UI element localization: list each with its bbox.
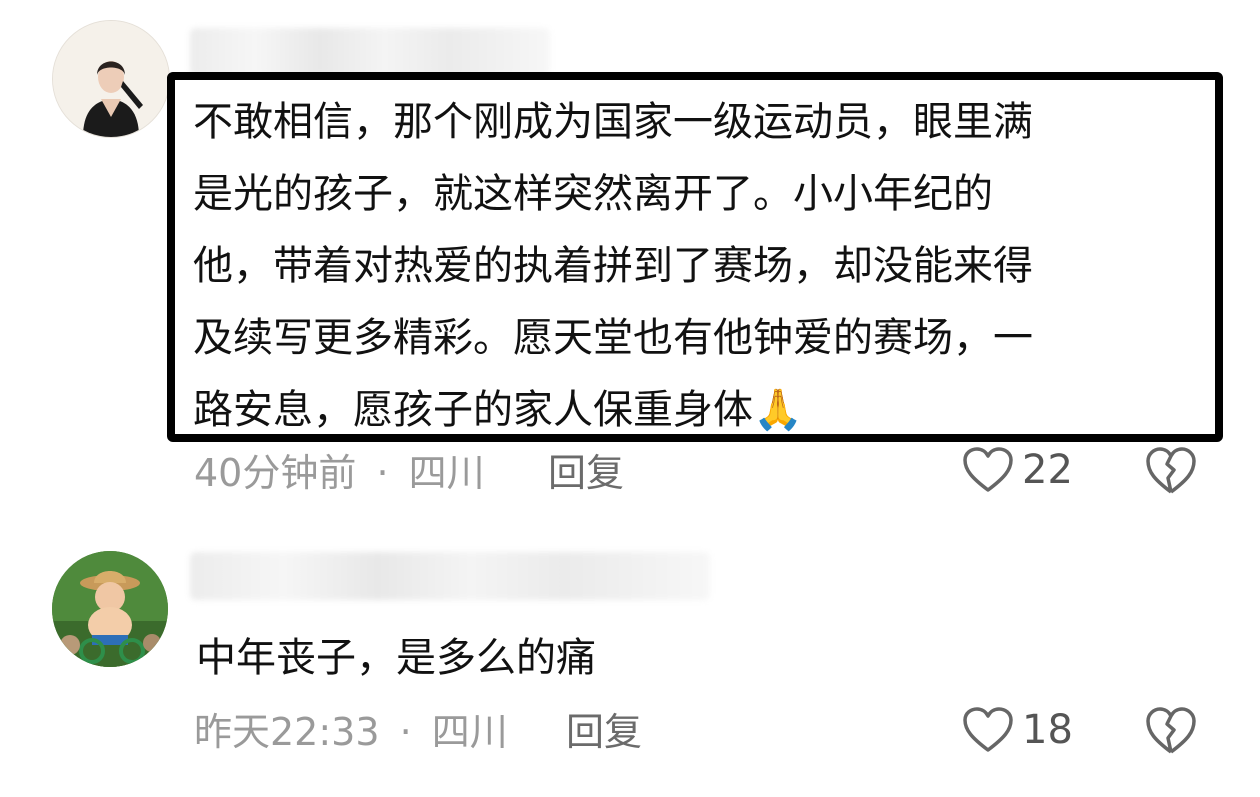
comment-time: 昨天22:33 — [194, 710, 380, 754]
comment-location: 四川 — [408, 451, 485, 495]
like-button[interactable]: 22 — [962, 446, 1073, 494]
heart-outline-icon — [963, 447, 1013, 492]
comment-location: 四川 — [431, 710, 508, 754]
comment-time: 40分钟前 — [194, 451, 357, 495]
like-count: 18 — [1022, 707, 1073, 753]
dislike-button[interactable] — [1144, 444, 1198, 498]
broken-heart-icon — [1146, 707, 1196, 754]
username-blurred[interactable] — [190, 28, 550, 76]
cartoon-baby-icon — [52, 551, 168, 667]
praying-hands-emoji: 🙏 — [753, 387, 803, 433]
meta-separator: · — [376, 451, 389, 495]
username-blurred[interactable] — [190, 552, 710, 600]
like-count: 22 — [1022, 447, 1073, 493]
meta-separator: · — [399, 710, 412, 754]
heart-outline-icon — [963, 707, 1013, 752]
dislike-button[interactable] — [1144, 704, 1198, 758]
comment-text: 不敢相信，那个刚成为国家一级运动员，眼里满 是光的孩子，就这样突然离开了。小小年… — [193, 99, 1033, 433]
comment-text: 中年丧子，是多么的痛 — [196, 635, 596, 681]
comment-meta: 昨天22:33 · 四川 — [194, 707, 508, 757]
reply-button[interactable]: 回复 — [566, 707, 642, 757]
reply-button[interactable]: 回复 — [548, 448, 624, 498]
broken-heart-icon — [1146, 447, 1196, 494]
user-avatar[interactable] — [52, 551, 168, 667]
user-avatar[interactable] — [52, 20, 170, 138]
like-button[interactable]: 18 — [962, 706, 1073, 754]
comment-meta: 40分钟前 · 四川 — [194, 448, 485, 498]
woman-portrait-icon — [53, 21, 169, 137]
